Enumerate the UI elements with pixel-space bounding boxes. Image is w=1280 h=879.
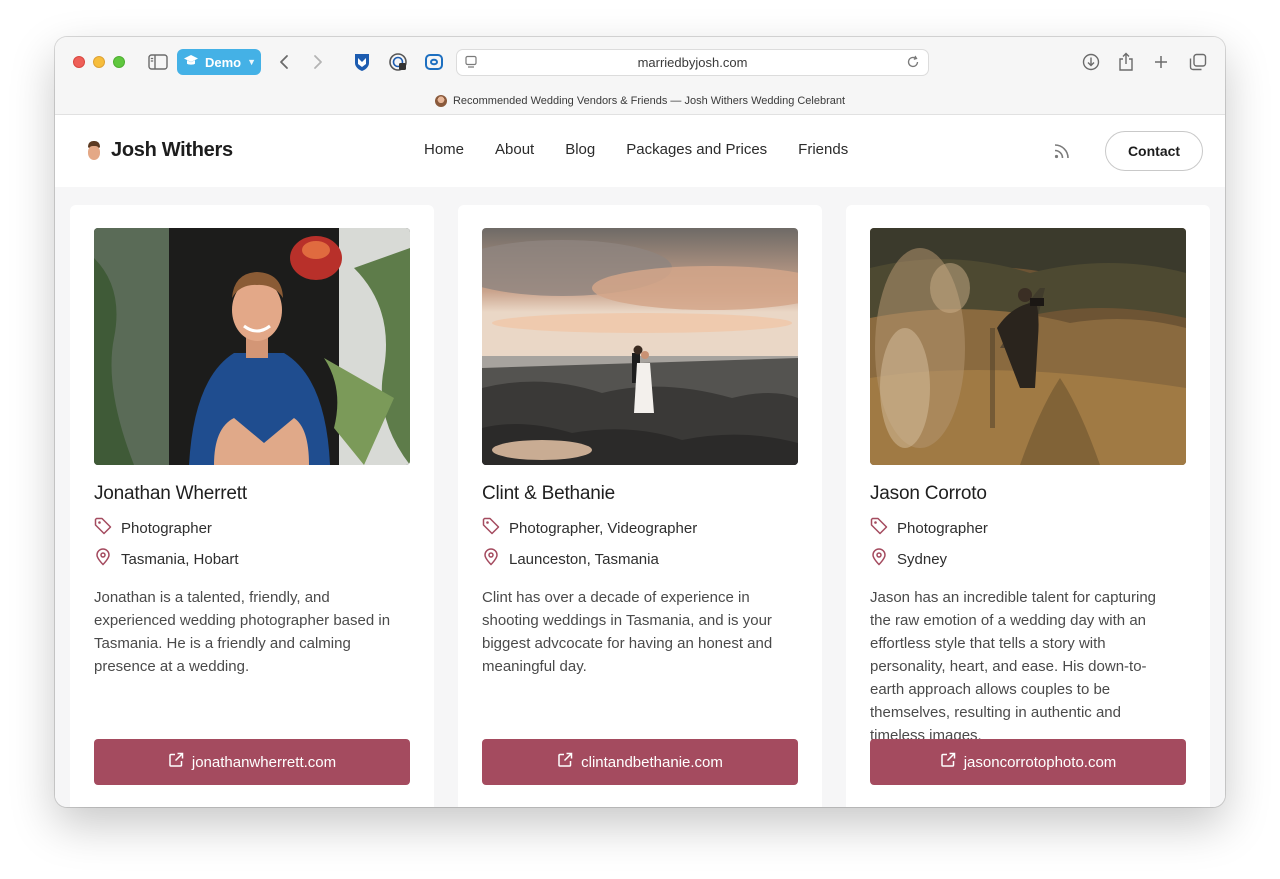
vendor-location: Sydney: [870, 548, 947, 570]
nav-friends[interactable]: Friends: [798, 141, 848, 158]
forward-chevron-icon[interactable]: [309, 51, 327, 73]
zoom-window-button[interactable]: [113, 56, 125, 68]
reload-icon[interactable]: [906, 55, 920, 72]
vendor-list: Jonathan Wherrett Photographer Tasmania,…: [55, 187, 1225, 807]
rss-icon[interactable]: [1053, 142, 1071, 165]
shield-extension-icon[interactable]: [351, 51, 373, 73]
vendor-role: Photographer: [94, 517, 212, 539]
vendor-location-text: Sydney: [897, 550, 948, 568]
main-nav: Home About Blog Packages and Prices Frie…: [424, 141, 848, 158]
vendor-name: Clint & Bethanie: [482, 483, 616, 504]
profile-demo-button[interactable]: Demo ▼: [177, 49, 261, 75]
map-pin-icon: [94, 548, 112, 570]
nav-packages-and-prices[interactable]: Packages and Prices: [626, 141, 767, 158]
vendor-location-text: Tasmania, Hobart: [121, 550, 239, 568]
vendor-website-label: jonathanwherrett.com: [191, 753, 337, 771]
vendor-card: Jonathan Wherrett Photographer Tasmania,…: [70, 205, 434, 807]
vendor-photo: [482, 228, 798, 465]
new-tab-icon[interactable]: [1150, 51, 1172, 73]
url-text: marriedbyjosh.com: [637, 55, 748, 70]
browser-toolbar: Demo ▼ marriedbyjosh.com: [55, 37, 1225, 87]
external-link-icon: [940, 752, 956, 772]
logo-text: Josh Withers: [111, 139, 233, 161]
vendor-name: Jason Corroto: [870, 483, 987, 504]
tab-title-bar[interactable]: Recommended Wedding Vendors & Friends — …: [55, 87, 1225, 115]
vendor-role-text: Photographer, Videographer: [509, 519, 698, 537]
vendor-photo: [870, 228, 1186, 465]
vendor-website-label: jasoncorrotophoto.com: [963, 753, 1117, 771]
site-header: Josh Withers Home About Blog Packages an…: [55, 115, 1225, 187]
close-window-button[interactable]: [73, 56, 85, 68]
vendor-location: Launceston, Tasmania: [482, 548, 659, 570]
vendor-website-button[interactable]: clintandbethanie.com: [482, 739, 798, 785]
vendor-role-text: Photographer: [121, 519, 212, 537]
vendor-card: Clint & Bethanie Photographer, Videograp…: [458, 205, 822, 807]
nav-blog[interactable]: Blog: [565, 141, 595, 158]
vendor-website-label: clintandbethanie.com: [581, 753, 723, 771]
contact-button[interactable]: Contact: [1105, 131, 1203, 171]
map-pin-icon: [870, 548, 888, 570]
tag-icon: [870, 517, 888, 539]
vendor-location: Tasmania, Hobart: [94, 548, 239, 570]
vendor-photo: [94, 228, 410, 465]
page-menu-icon[interactable]: [464, 55, 478, 72]
downloads-icon[interactable]: [1080, 51, 1102, 73]
tag-icon: [482, 517, 500, 539]
map-pin-icon: [482, 548, 500, 570]
vendor-name: Jonathan Wherrett: [94, 483, 247, 504]
profile-label: Demo: [205, 54, 242, 70]
minimize-window-button[interactable]: [93, 56, 105, 68]
vendor-website-button[interactable]: jasoncorrotophoto.com: [870, 739, 1186, 785]
vendor-description: Clint has over a decade of experience in…: [482, 589, 773, 675]
vendor-role: Photographer: [870, 517, 988, 539]
graduation-cap-icon: [183, 54, 199, 71]
vendor-description: Jason has an incredible talent for captu…: [870, 589, 1157, 744]
share-icon[interactable]: [1115, 51, 1137, 73]
vendor-description: Jonathan is a talented, friendly, and ex…: [94, 589, 391, 675]
vendor-role-text: Photographer: [897, 519, 988, 537]
nav-home[interactable]: Home: [424, 141, 464, 158]
external-link-icon: [557, 752, 573, 772]
browser-window: Demo ▼ marriedbyjosh.com Recommended Wed…: [55, 37, 1225, 807]
nav-about[interactable]: About: [495, 141, 534, 158]
link-extension-icon[interactable]: [423, 51, 445, 73]
privacy-extension-icon[interactable]: [387, 51, 409, 73]
site-logo[interactable]: Josh Withers: [85, 139, 233, 162]
address-bar[interactable]: marriedbyjosh.com: [456, 49, 929, 76]
external-link-icon: [168, 752, 184, 772]
vendor-website-button[interactable]: jonathanwherrett.com: [94, 739, 410, 785]
chevron-down-icon: ▼: [247, 57, 257, 67]
vendor-role: Photographer, Videographer: [482, 517, 697, 539]
avatar-icon: [85, 140, 103, 161]
sidebar-toggle-icon[interactable]: [147, 51, 169, 73]
tab-overview-icon[interactable]: [1187, 51, 1209, 73]
back-chevron-icon[interactable]: [275, 51, 293, 73]
vendor-location-text: Launceston, Tasmania: [509, 550, 659, 568]
site-favicon-icon: [434, 94, 447, 107]
tag-icon: [94, 517, 112, 539]
vendor-card: Jason Corroto Photographer Sydney Jason …: [846, 205, 1210, 807]
tab-title: Recommended Wedding Vendors & Friends — …: [452, 94, 846, 107]
